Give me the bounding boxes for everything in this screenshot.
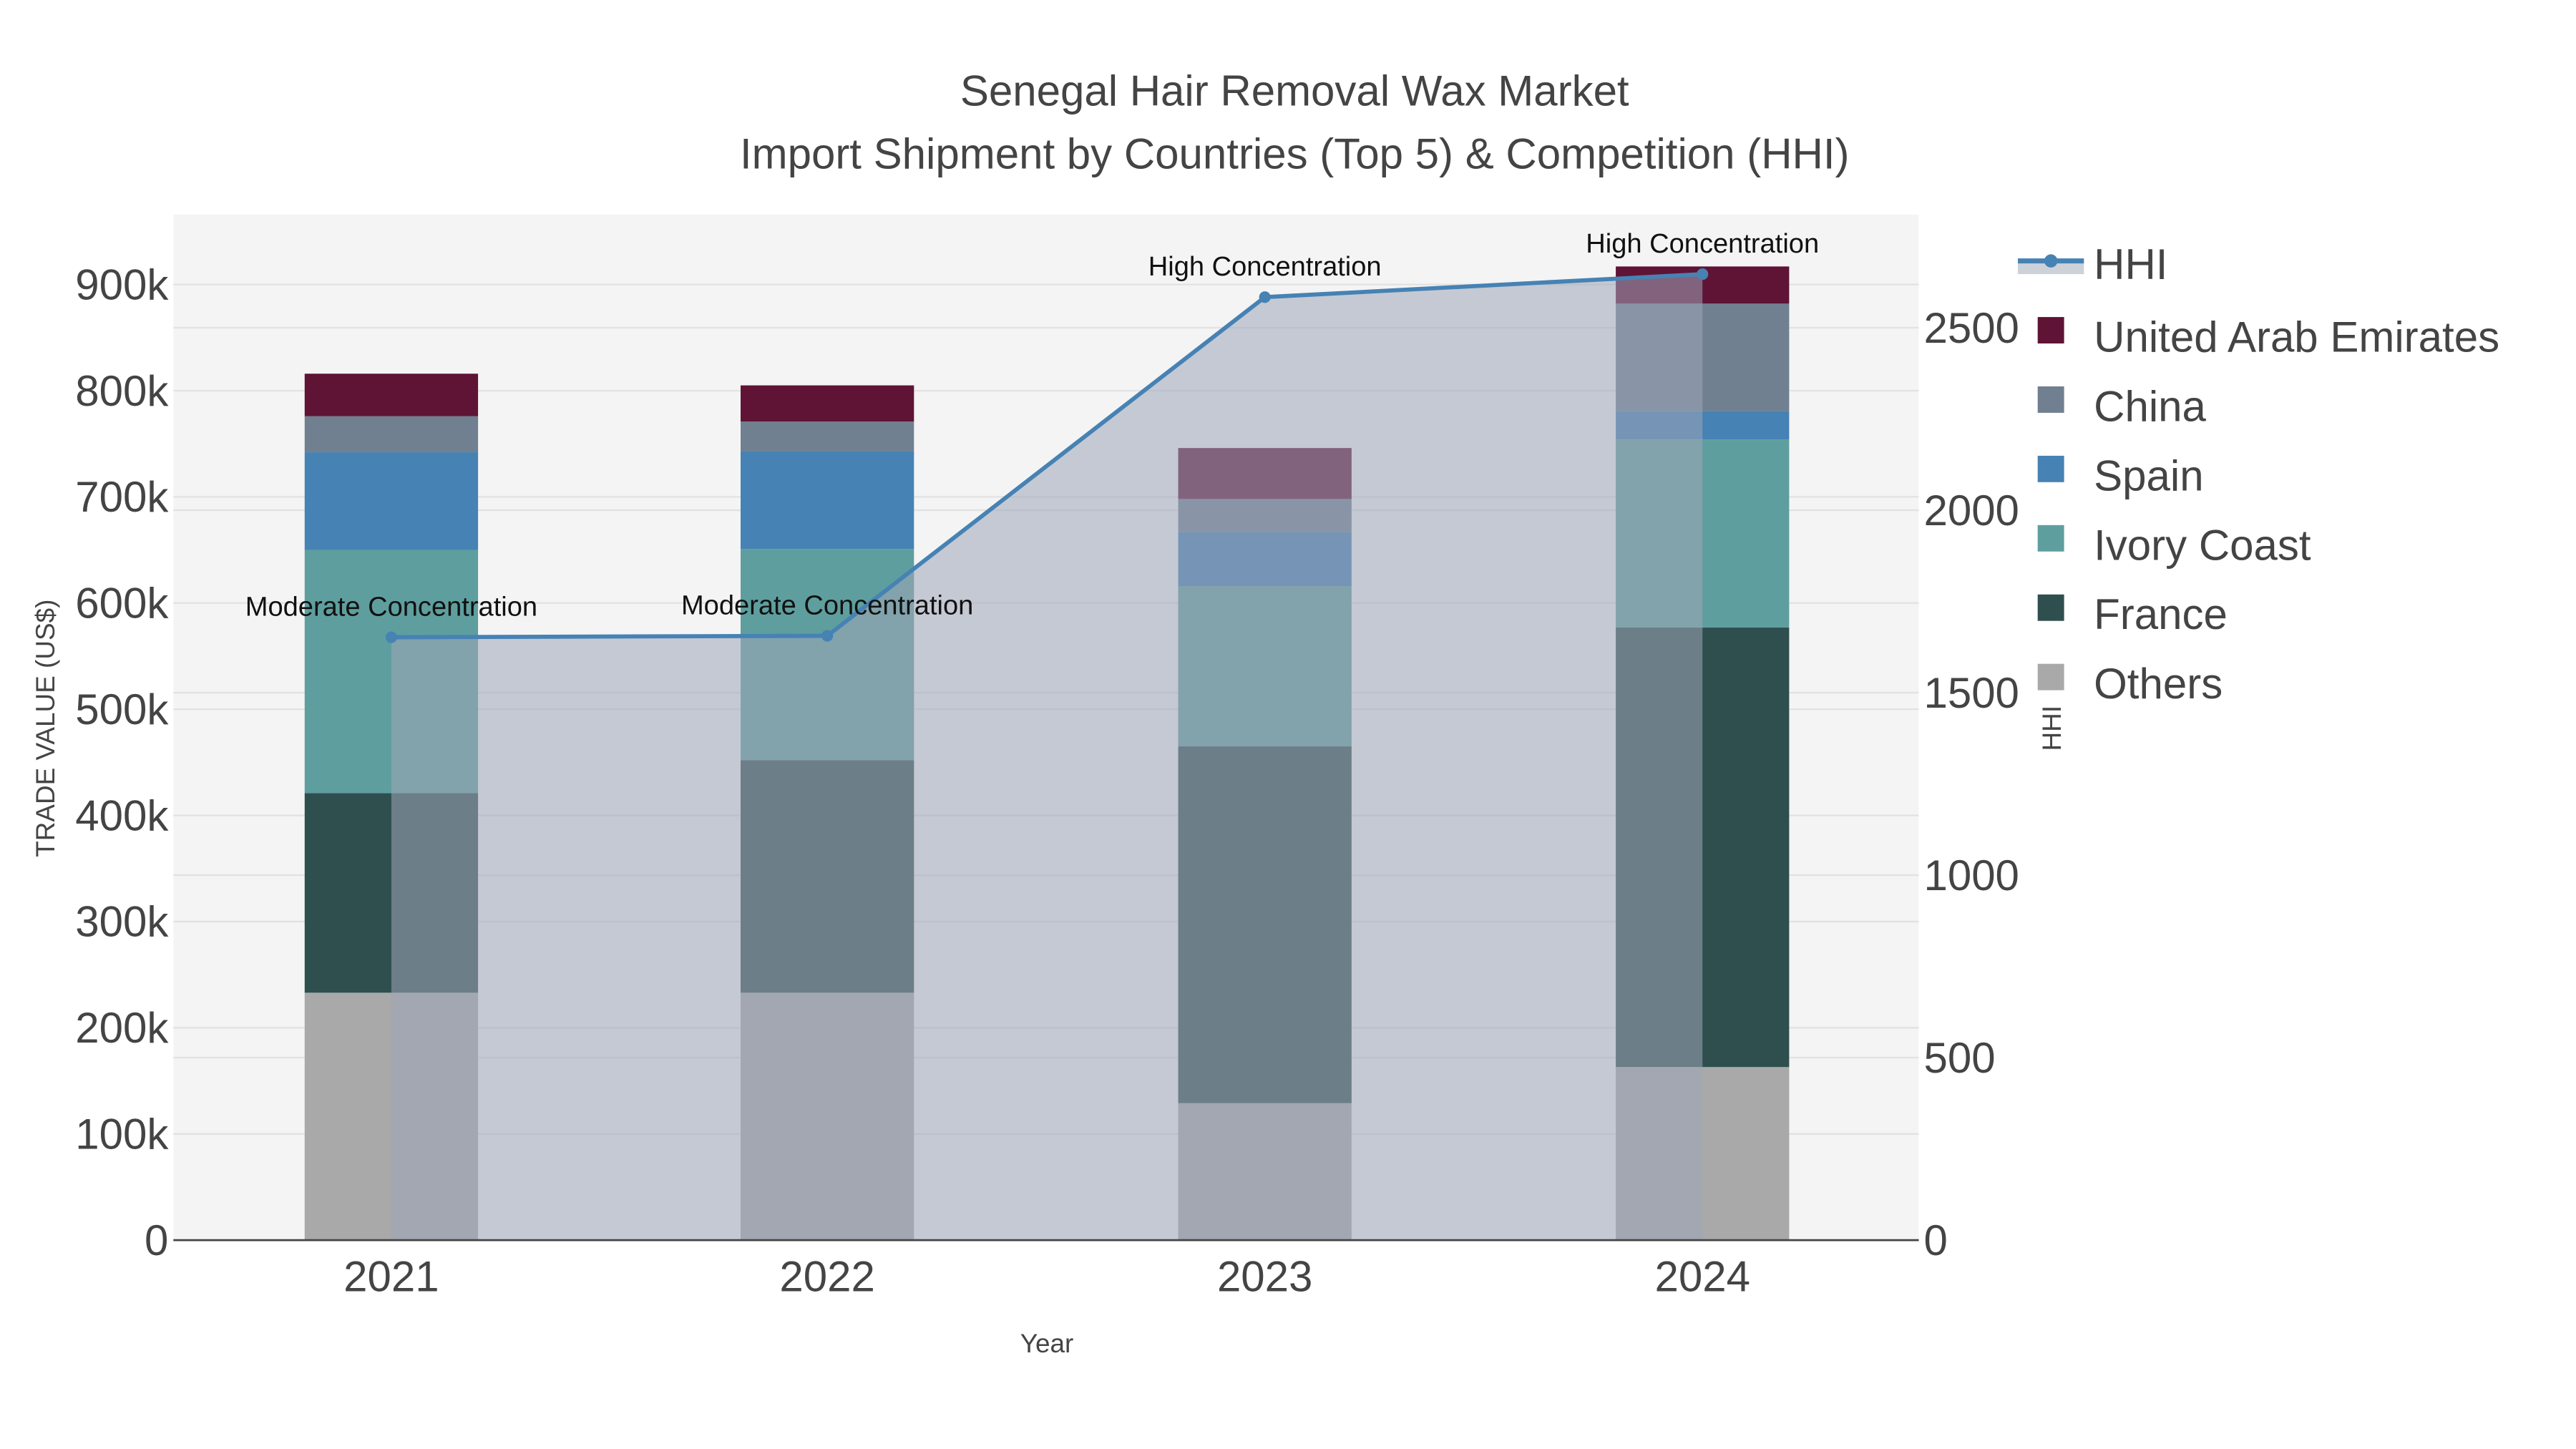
x-tick-label: 2021 [343,1253,439,1301]
legend: HHI United Arab Emirates China Spain Ivory C… [2017,240,2499,708]
hhi-annotation: High Concentration [1586,229,1819,259]
y2-tick-label: 2500 [1923,304,2019,352]
bar-united-arab-emirates-2021 [304,374,479,416]
bar-china-2022 [741,421,914,452]
legend-label-spain: Spain [2094,452,2203,499]
hhi-annotation: High Concentration [1148,252,1382,282]
y2-axis-ticks: 0 500 1000 1500 2000 2500 [1923,304,2019,1264]
y-tick-label: 200k [75,1004,169,1052]
legend-swatch-others [2037,663,2064,691]
y2-tick-label: 1000 [1923,852,2019,899]
legend-label-others: Others [2094,660,2223,708]
y-axis-label: TRADE VALUE (US$) [31,600,60,857]
legend-label-ivory-coast: Ivory Coast [2094,521,2311,569]
hhi-annotation: Moderate Concentration [245,592,537,623]
legend-swatch-france [2037,594,2064,621]
hhi-point [821,630,834,642]
y-tick-label: 400k [75,791,169,839]
hhi-point [385,631,397,643]
y-tick-label: 700k [75,473,169,521]
legend-swatch-ivory-coast [2037,525,2064,552]
legend-label-china: China [2094,382,2206,430]
x-tick-label: 2024 [1654,1253,1750,1301]
x-tick-label: 2022 [779,1253,874,1301]
legend-swatch-spain [2037,455,2064,482]
x-axis-label: Year [1020,1329,1074,1358]
y2-tick-label: 0 [1923,1216,1947,1264]
y-axis-ticks: 0 100k 200k 300k 400k 500k 600k 700k 800k 900k [75,260,169,1264]
y-tick-label: 800k [75,367,169,415]
hhi-annotation: Moderate Concentration [681,591,973,621]
bar-spain-2022 [741,451,914,550]
legend-swatch-united-arab-emirates [2037,317,2064,343]
y-tick-label: 500k [75,686,169,733]
y2-axis-label: HHI [2037,706,2067,751]
x-tick-label: 2023 [1217,1253,1312,1301]
hhi-point [1259,291,1271,303]
hhi-point [1697,268,1709,280]
y2-tick-label: 2000 [1923,487,2019,535]
x-axis-ticks: 2021 2022 2023 2024 [343,1253,1750,1301]
chart-title: Senegal Hair Removal Wax Market [960,67,1629,115]
y-tick-label: 300k [75,898,169,946]
y2-tick-label: 1500 [1923,669,2019,717]
legend-label-united-arab-emirates: United Arab Emirates [2094,313,2499,361]
legend-swatch-hhi-marker [2044,254,2058,268]
legend-swatch-china [2037,386,2064,413]
legend-label-france: France [2094,590,2228,638]
y-tick-label: 600k [75,580,169,628]
bar-united-arab-emirates-2022 [741,385,914,422]
bar-spain-2021 [304,452,479,550]
y2-tick-label: 500 [1923,1034,1995,1082]
chart: Moderate Concentration Moderate Concentra… [31,67,2499,1358]
y-tick-label: 900k [75,260,169,308]
chart-subtitle: Import Shipment by Countries (Top 5) & C… [740,130,1850,177]
y-tick-label: 0 [145,1216,168,1264]
y-tick-label: 100k [75,1110,169,1158]
legend-label-hhi: HHI [2094,240,2167,288]
bar-china-2021 [304,416,479,453]
